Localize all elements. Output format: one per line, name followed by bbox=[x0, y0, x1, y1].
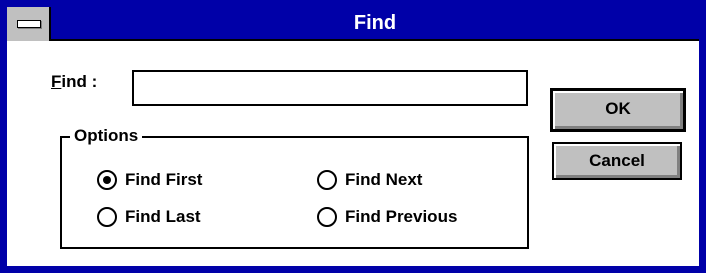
radio-label: Find First bbox=[125, 170, 203, 189]
cancel-button[interactable]: Cancel bbox=[552, 142, 682, 180]
radio-label: Find Previous bbox=[345, 207, 458, 226]
system-menu-button[interactable] bbox=[7, 7, 51, 41]
options-group: Options Find First Find Next Find Last F… bbox=[60, 126, 529, 249]
radio-find-previous[interactable]: Find Previous bbox=[317, 205, 457, 229]
system-menu-icon bbox=[17, 20, 41, 28]
find-label-text: ind : bbox=[61, 72, 98, 91]
title-bar[interactable]: Find bbox=[7, 7, 699, 41]
radio-button-icon[interactable] bbox=[317, 170, 337, 190]
radio-selected-dot bbox=[103, 176, 111, 184]
find-label-accelerator: F bbox=[51, 72, 62, 91]
radio-label: Find Next bbox=[345, 170, 423, 189]
find-input[interactable] bbox=[132, 70, 528, 106]
window-title: Find bbox=[353, 12, 397, 34]
radio-find-last[interactable]: Find Last bbox=[97, 205, 201, 229]
ok-button[interactable]: OK bbox=[550, 88, 686, 132]
radio-label: Find Last bbox=[125, 207, 201, 226]
find-label: Find : bbox=[51, 72, 97, 92]
radio-find-first[interactable]: Find First bbox=[97, 168, 202, 192]
radio-button-icon[interactable] bbox=[97, 207, 117, 227]
find-dialog: Find Find : OK Cancel Options Find First… bbox=[0, 0, 706, 273]
options-group-label: Options bbox=[70, 126, 143, 146]
radio-button-icon[interactable] bbox=[97, 170, 117, 190]
radio-find-next[interactable]: Find Next bbox=[317, 168, 422, 192]
dialog-body: Find : OK Cancel Options Find First Find… bbox=[7, 41, 699, 266]
radio-button-icon[interactable] bbox=[317, 207, 337, 227]
